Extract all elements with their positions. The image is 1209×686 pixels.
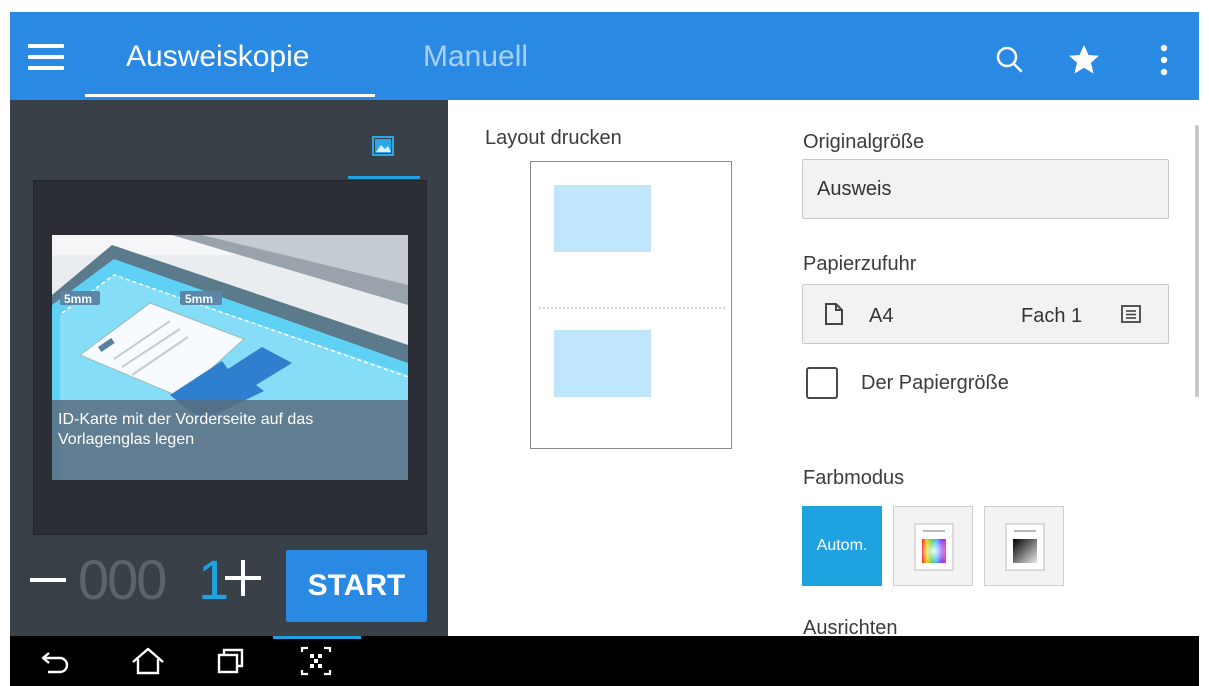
layout-divider [539, 307, 725, 309]
margin-label-top: 5mm [185, 292, 214, 306]
fit-to-paper-checkbox[interactable] [806, 367, 838, 399]
color-icon [914, 523, 954, 571]
print-layout-preview [530, 161, 732, 449]
paper-size-value: A4 [869, 305, 894, 327]
original-size-value: Ausweis [817, 178, 892, 200]
original-size-label: Originalgröße [803, 131, 925, 153]
preview-tab[interactable] [348, 106, 420, 179]
app-bar: Ausweiskopie Manuell [10, 12, 1199, 100]
tab-ausweiskopie[interactable]: Ausweiskopie [126, 40, 309, 74]
color-mode-auto-button[interactable]: Autom. [802, 506, 882, 586]
increase-button[interactable] [225, 560, 261, 596]
search-icon[interactable] [992, 42, 1028, 78]
decrease-button[interactable] [30, 578, 66, 582]
paper-feed-label: Papierzufuhr [803, 253, 917, 275]
list-icon [1121, 305, 1141, 323]
paper-icon [825, 303, 843, 325]
paper-tray-value: Fach 1 [1021, 305, 1083, 327]
preview-tab-indicator [348, 176, 420, 179]
color-mode-color-button[interactable] [893, 506, 973, 586]
caption-band: ID-Karte mit der Vorderseite auf das Vor… [52, 400, 408, 480]
color-mode-grayscale-button[interactable] [984, 506, 1064, 586]
grayscale-icon [1005, 523, 1045, 571]
recent-apps-icon[interactable] [210, 644, 250, 678]
fit-to-paper-label: Der Papiergröße [861, 372, 1009, 394]
nav-active-indicator [273, 636, 361, 639]
placement-caption: ID-Karte mit der Vorderseite auf das Vor… [58, 411, 314, 448]
image-icon [372, 136, 394, 156]
system-navigation-bar [10, 636, 1199, 686]
menu-icon[interactable] [28, 44, 64, 70]
star-icon[interactable] [1066, 42, 1102, 78]
placement-illustration: 5mm 5mm ID-Karte mit der Vorderseite auf… [52, 235, 408, 480]
layout-front-card [554, 185, 651, 252]
tab-manuell[interactable]: Manuell [423, 40, 528, 74]
copy-counter: 000 1 START [10, 542, 448, 636]
layout-back-card [554, 330, 651, 397]
settings-scrollbar[interactable] [1195, 125, 1199, 397]
margin-label-left: 5mm [64, 292, 93, 306]
original-size-field[interactable]: Ausweis [802, 159, 1169, 219]
start-button[interactable]: START [286, 550, 427, 622]
color-mode-label: Farbmodus [803, 467, 905, 489]
screenshot-icon[interactable] [296, 644, 336, 678]
status-strip [0, 0, 1209, 12]
more-vertical-icon[interactable] [1146, 42, 1182, 78]
paper-feed-field[interactable]: A4 Fach 1 [802, 284, 1169, 344]
home-icon[interactable] [128, 644, 168, 678]
active-tab-indicator [85, 94, 375, 97]
back-icon[interactable] [36, 644, 76, 678]
scan-preview: 5mm 5mm ID-Karte mit der Vorderseite auf… [33, 180, 427, 535]
preview-panel: 5mm 5mm ID-Karte mit der Vorderseite auf… [10, 100, 448, 636]
layout-label: Layout drucken [485, 127, 622, 149]
copy-count-leading-zeros: 000 [78, 548, 167, 611]
